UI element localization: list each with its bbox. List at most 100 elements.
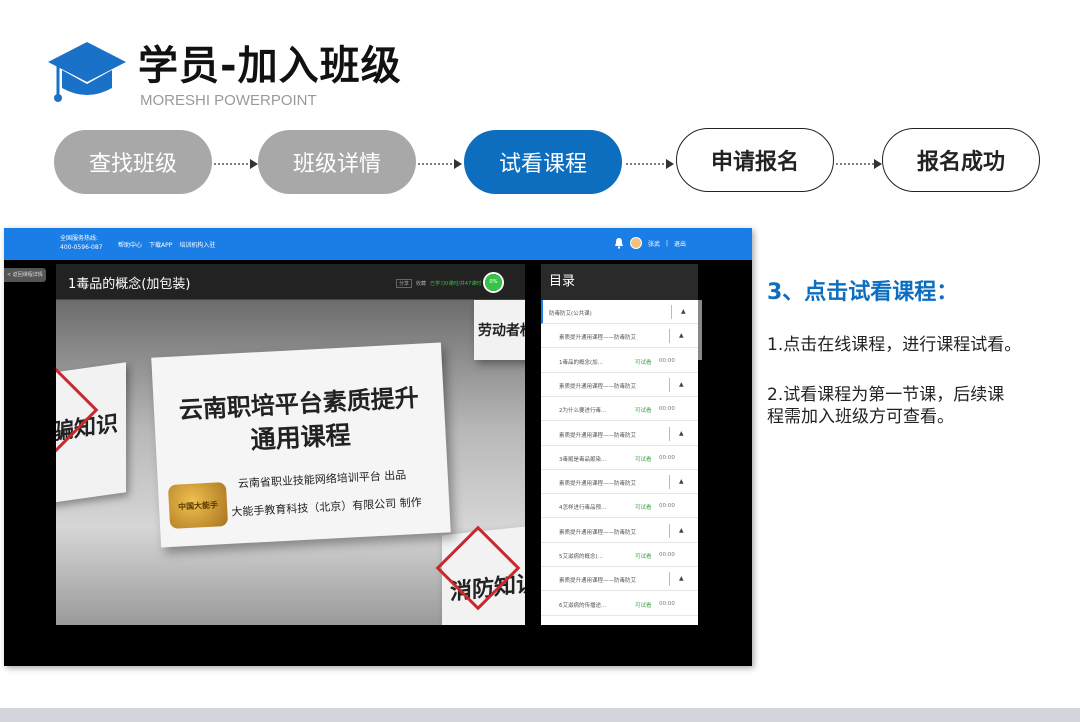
step-apply[interactable]: 申请报名: [676, 128, 834, 192]
main-board: 云南职培平台素质提升 通用课程 中国大能手 云南省职业技能网络培训平台 出品 大…: [151, 342, 451, 548]
user-name[interactable]: 张武: [648, 239, 660, 248]
favorite-button[interactable]: 收藏: [416, 280, 426, 287]
catalog-lesson[interactable]: 2为什么要进行毒... 可试看 00:00: [541, 397, 698, 422]
board-line-4: 大能手教育科技（北京）有限公司 制作: [231, 495, 423, 519]
study-progress: 已学习0课时/共47课时: [430, 281, 482, 287]
divider: [671, 305, 672, 319]
arrow-icon: [214, 159, 258, 169]
catalog-lesson[interactable]: 3毒贩是毒品贩染... 可试看 00:00: [541, 446, 698, 470]
divider: [669, 329, 670, 344]
step-label: 班级详情: [292, 152, 381, 177]
bell-icon[interactable]: [614, 237, 624, 249]
trial-tag[interactable]: 可试看: [635, 358, 652, 366]
arrow-icon: [418, 159, 462, 169]
trial-tag[interactable]: 可试看: [635, 552, 652, 560]
catalog-row-label: 3毒贩是毒品贩染...: [559, 456, 607, 463]
board-line-3: 云南省职业技能网络培训平台 出品: [237, 468, 407, 491]
progress-ring: 0%: [483, 272, 504, 293]
nav-user: 张武 | 退出: [614, 237, 686, 249]
catalog-row-label: 2为什么要进行毒...: [559, 408, 607, 415]
duration: 00:00: [659, 357, 675, 364]
catalog-lesson[interactable]: 5艾滋病的概念(... 可试看 00:00: [541, 543, 698, 567]
collapse-icon[interactable]: ▲: [679, 478, 684, 485]
duration: 00:00: [659, 503, 675, 510]
step-success[interactable]: 报名成功: [882, 128, 1040, 192]
catalog-row-label: 素质提升通用课程——防毒防艾: [559, 432, 637, 439]
top-right-board-text: 劳动者权: [478, 323, 525, 339]
catalog-title: 目录: [541, 264, 698, 300]
duration: 00:00: [659, 454, 675, 461]
progress-percent: 0%: [485, 274, 502, 291]
catalog-chapter[interactable]: 素质提升通用课程——防毒防艾 ▲: [541, 567, 698, 592]
duration: 00:00: [659, 600, 675, 607]
video-title: 1毒品的概念(加包装): [68, 277, 191, 292]
catalog-chapter[interactable]: 素质提升通用课程——防毒防艾 ▲: [541, 324, 698, 349]
catalog-row-label: 素质提升通用课程——防毒防艾: [559, 529, 637, 536]
trial-tag[interactable]: 可试看: [635, 601, 652, 609]
nav-link-partner[interactable]: 培训机构入驻: [179, 240, 215, 249]
nav-links: 帮助中心 下载APP 培训机构入驻: [118, 240, 215, 249]
instruction-2-line-2: 程需加入班级方可查看。: [767, 407, 954, 427]
trial-tag[interactable]: 可试看: [635, 455, 652, 463]
arrow-icon: [626, 159, 674, 169]
collapse-icon[interactable]: ▲: [679, 381, 684, 388]
back-button[interactable]: < 返回课程详情: [4, 268, 46, 282]
divider: [669, 475, 670, 490]
collapse-icon[interactable]: ▲: [681, 308, 686, 315]
hotline-number: 400-0596-087: [60, 244, 103, 251]
nav-link-help[interactable]: 帮助中心: [118, 240, 142, 249]
catalog-row-label: 素质提升通用课程——防毒防艾: [559, 383, 637, 390]
catalog-lesson[interactable]: 4怎样进行毒品预... 可试看 00:00: [541, 494, 698, 519]
nav-link-download[interactable]: 下载APP: [149, 240, 172, 249]
step-label: 试看课程: [498, 152, 587, 177]
catalog-row-label: 素质提升通用课程——防毒防艾: [559, 335, 637, 342]
trial-tag[interactable]: 可试看: [635, 503, 652, 511]
catalog-row-label: 素质提升通用课程——防毒防艾: [559, 578, 637, 585]
divider: |: [666, 239, 669, 247]
scrollbar[interactable]: [698, 300, 702, 360]
catalog-row-label: 素质提升通用课程——防毒防艾: [559, 481, 637, 488]
catalog-chapter[interactable]: 素质提升通用课程——防毒防艾 ▲: [541, 422, 698, 446]
hotline: 全国服务热线: 400-0596-087: [60, 234, 103, 252]
duration: 00:00: [659, 406, 675, 413]
catalog-row-label: 6艾滋病的传播途...: [559, 602, 607, 609]
step-label: 查找班级: [88, 152, 177, 177]
collapse-icon[interactable]: ▲: [679, 332, 684, 339]
video-player[interactable]: 骗知识 劳动者权 消防知识 云南职培平台素质提升 通用课程 中国大能手 云南省职…: [56, 300, 525, 625]
collapse-icon[interactable]: ▲: [679, 430, 684, 437]
collapse-icon[interactable]: ▲: [679, 575, 684, 582]
step-trial-course[interactable]: 试看课程: [464, 130, 622, 194]
catalog-lesson[interactable]: 1毒品的概念(加... 可试看 00:00: [541, 349, 698, 373]
section-heading: 3、点击试看课程：: [767, 280, 959, 305]
avatar[interactable]: [630, 237, 642, 249]
top-nav: 全国服务热线: 400-0596-087 帮助中心 下载APP 培训机构入驻 张…: [4, 228, 752, 260]
logout-link[interactable]: 退出: [674, 239, 686, 248]
catalog-row-label: 1毒品的概念(加...: [559, 359, 603, 366]
page-subtitle: MORESHI POWERPOINT: [140, 92, 317, 109]
catalog-row-label: 4怎样进行毒品预...: [559, 505, 607, 512]
arrow-icon: [836, 159, 882, 169]
catalog-row-label: 防毒防艾(公共课): [549, 311, 592, 317]
catalog-chapter[interactable]: 素质提升通用课程——防毒防艾 ▲: [541, 519, 698, 543]
step-label: 申请报名: [710, 149, 799, 175]
instruction-1: 1.点击在线课程，进行课程试看。: [767, 335, 1022, 355]
collapse-icon[interactable]: ▲: [679, 527, 684, 534]
divider: [669, 426, 670, 441]
bottom-bar: [0, 708, 1080, 722]
catalog-lesson[interactable]: 6艾滋病的传播途... 可试看 00:00: [541, 592, 698, 616]
step-label: 报名成功: [916, 149, 1005, 175]
trial-tag[interactable]: 可试看: [635, 406, 652, 414]
step-find-class[interactable]: 查找班级: [54, 130, 212, 194]
step-class-details[interactable]: 班级详情: [258, 130, 416, 194]
page-title: 学员-加入班级: [138, 43, 402, 89]
divider: [669, 572, 670, 587]
video-meta: 分享 收藏 已学习0课时/共47课时: [396, 279, 481, 288]
seal-logo: 中国大能手: [167, 481, 229, 529]
catalog-chapter[interactable]: 防毒防艾(公共课) ▲: [541, 300, 698, 324]
instruction-2: 2.试看课程为第一节课，后续课 程需加入班级方可查看。: [767, 384, 1004, 428]
graduation-cap-icon: [48, 42, 126, 102]
share-button[interactable]: 分享: [396, 279, 413, 288]
catalog-chapter[interactable]: 素质提升通用课程——防毒防艾 ▲: [541, 470, 698, 495]
catalog-chapter[interactable]: 素质提升通用课程——防毒防艾 ▲: [541, 373, 698, 397]
divider: [669, 523, 670, 538]
